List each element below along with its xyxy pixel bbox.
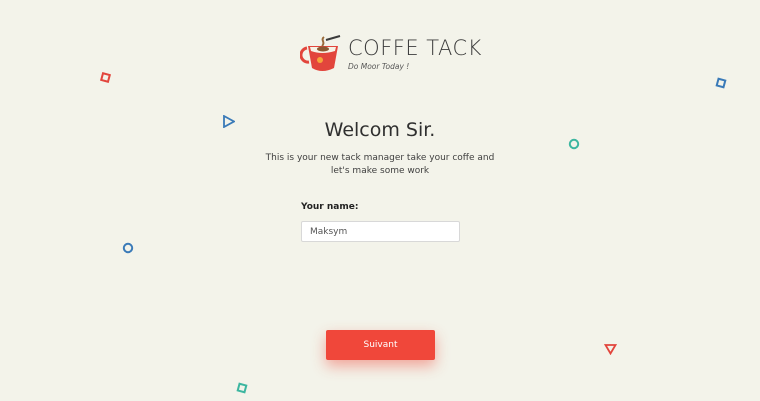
decorative-circle-teal	[568, 138, 580, 150]
decorative-triangle-red	[604, 344, 617, 355]
welcome-heading: Welcom Sir.	[324, 119, 436, 141]
name-field-label: Your name:	[301, 202, 359, 212]
next-button[interactable]: Suivant	[326, 330, 435, 360]
brand-logo: COFFE TACK Do Moor Today !	[300, 34, 481, 76]
decorative-square-red	[100, 72, 111, 83]
brand-title: COFFE TACK	[348, 36, 482, 60]
decorative-circle-blue	[122, 242, 134, 254]
decorative-triangle-blue	[223, 115, 235, 128]
brand-tagline: Do Moor Today !	[348, 62, 410, 71]
welcome-subtitle: This is your new tack manager take your …	[265, 153, 495, 176]
decorative-square-teal	[236, 382, 248, 394]
decorative-square-blue	[715, 77, 727, 89]
coffee-cup-icon	[300, 35, 341, 71]
name-input[interactable]	[301, 221, 460, 242]
